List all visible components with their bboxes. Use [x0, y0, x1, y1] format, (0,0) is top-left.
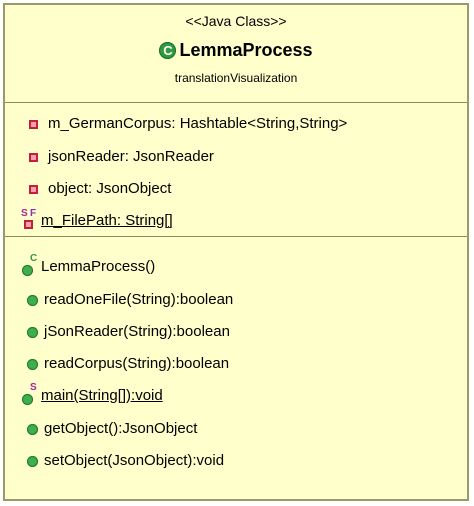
- operation-text: jSonReader(String):boolean: [44, 323, 230, 340]
- attribute-row[interactable]: object: JsonObject: [27, 177, 171, 201]
- static-method-icon: S: [21, 382, 40, 406]
- private-field-icon: [29, 119, 38, 129]
- operation-text: LemmaProcess(): [41, 258, 156, 275]
- static-final-private-field-icon: S F: [21, 208, 40, 231]
- operation-row[interactable]: jSonReader(String):boolean: [27, 320, 230, 344]
- constructor-icon: C: [21, 253, 40, 277]
- class-icon: C: [159, 42, 177, 59]
- attribute-text: m_GermanCorpus: Hashtable<String,String>: [48, 115, 348, 132]
- constructor-modifier-icon: C: [30, 253, 38, 264]
- attribute-row[interactable]: S F m_FilePath: String[]: [21, 209, 173, 233]
- operation-text: readOneFile(String):boolean: [44, 291, 234, 308]
- private-field-icon: [24, 220, 33, 229]
- private-field-icon: [29, 152, 38, 162]
- attribute-row[interactable]: jsonReader: JsonReader: [27, 145, 214, 169]
- operation-row[interactable]: getObject():JsonObject: [27, 417, 197, 441]
- operation-text: readCorpus(String):boolean: [44, 355, 230, 372]
- private-field-icon: [29, 184, 38, 194]
- class-title[interactable]: C LemmaProcess: [5, 40, 467, 61]
- static-modifier-icon: S: [21, 208, 28, 219]
- operation-row[interactable]: S main(String[]):void: [21, 382, 163, 408]
- attribute-text: m_FilePath: String[]: [41, 212, 173, 229]
- public-method-icon: [22, 394, 33, 405]
- operation-row[interactable]: readOneFile(String):boolean: [27, 288, 233, 312]
- stereotype-label: <<Java Class>>: [185, 13, 287, 29]
- public-method-icon: [27, 455, 38, 467]
- public-method-icon: [27, 294, 38, 306]
- final-modifier-icon: F: [30, 208, 37, 219]
- operation-text: getObject():JsonObject: [44, 420, 198, 437]
- operation-row[interactable]: readCorpus(String):boolean: [27, 352, 229, 376]
- public-method-icon: [27, 326, 38, 338]
- package-name: translationVisualization: [174, 71, 298, 85]
- class-name: LemmaProcess: [179, 40, 313, 60]
- attribute-text: object: JsonObject: [48, 180, 172, 197]
- class-header: <<Java Class>> C LemmaProcess translatio…: [5, 5, 467, 103]
- public-method-icon: [22, 265, 33, 276]
- operation-text: setObject(JsonObject):void: [44, 452, 225, 469]
- operation-row[interactable]: C LemmaProcess(): [21, 253, 156, 279]
- static-modifier-icon: S: [30, 382, 37, 393]
- operation-text: main(String[]):void: [41, 387, 163, 404]
- uml-class-box[interactable]: <<Java Class>> C LemmaProcess translatio…: [3, 3, 469, 501]
- attribute-text: jsonReader: JsonReader: [48, 148, 214, 165]
- operation-row[interactable]: setObject(JsonObject):void: [27, 449, 224, 473]
- public-method-icon: [27, 423, 38, 435]
- public-method-icon: [27, 358, 38, 370]
- attribute-row[interactable]: m_GermanCorpus: Hashtable<String,String>: [27, 112, 347, 136]
- attributes-compartment: m_GermanCorpus: Hashtable<String,String>…: [5, 103, 467, 237]
